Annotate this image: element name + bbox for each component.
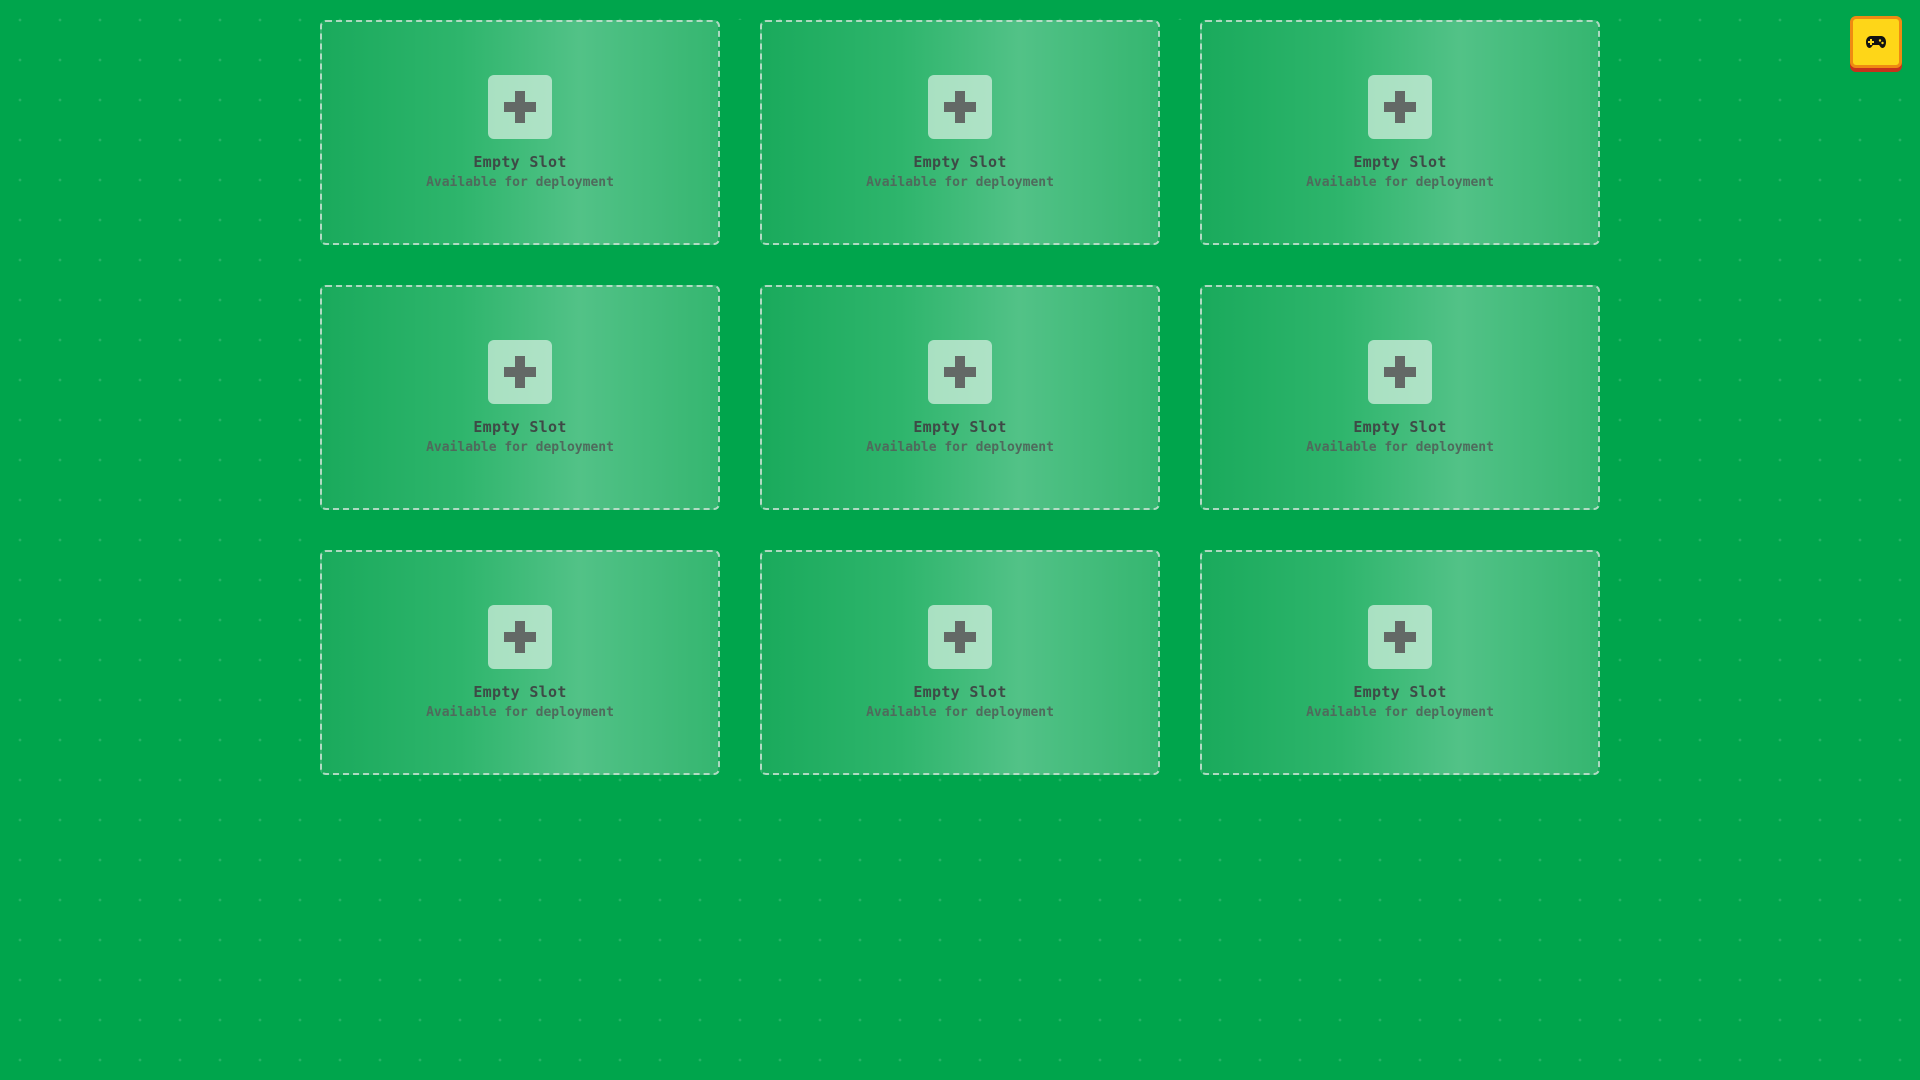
slot-subtitle: Available for deployment bbox=[426, 440, 614, 455]
plus-icon bbox=[1368, 75, 1432, 139]
slot-subtitle: Available for deployment bbox=[866, 440, 1054, 455]
slot-title: Empty Slot bbox=[1353, 418, 1447, 436]
plus-icon bbox=[1368, 605, 1432, 669]
plus-icon bbox=[488, 75, 552, 139]
empty-slot-card[interactable]: Empty Slot Available for deployment bbox=[1200, 550, 1600, 775]
slot-subtitle: Available for deployment bbox=[866, 705, 1054, 720]
plus-icon bbox=[1368, 340, 1432, 404]
empty-slot-card[interactable]: Empty Slot Available for deployment bbox=[320, 20, 720, 245]
empty-slot-card[interactable]: Empty Slot Available for deployment bbox=[760, 550, 1160, 775]
empty-slot-card[interactable]: Empty Slot Available for deployment bbox=[1200, 285, 1600, 510]
slot-grid-area: Empty Slot Available for deployment Empt… bbox=[320, 20, 1600, 775]
plus-icon bbox=[488, 605, 552, 669]
empty-slot-card[interactable]: Empty Slot Available for deployment bbox=[760, 285, 1160, 510]
slot-subtitle: Available for deployment bbox=[866, 175, 1054, 190]
slot-title: Empty Slot bbox=[473, 153, 567, 171]
plus-icon bbox=[488, 340, 552, 404]
slot-subtitle: Available for deployment bbox=[1306, 440, 1494, 455]
empty-slot-card[interactable]: Empty Slot Available for deployment bbox=[1200, 20, 1600, 245]
empty-slot-card[interactable]: Empty Slot Available for deployment bbox=[760, 20, 1160, 245]
slot-subtitle: Available for deployment bbox=[1306, 705, 1494, 720]
slot-title: Empty Slot bbox=[1353, 683, 1447, 701]
gamepad-icon bbox=[1866, 36, 1886, 48]
empty-slot-card[interactable]: Empty Slot Available for deployment bbox=[320, 550, 720, 775]
slot-subtitle: Available for deployment bbox=[1306, 175, 1494, 190]
plus-icon bbox=[928, 340, 992, 404]
slot-title: Empty Slot bbox=[473, 418, 567, 436]
plus-icon bbox=[928, 75, 992, 139]
slot-title: Empty Slot bbox=[1353, 153, 1447, 171]
slot-title: Empty Slot bbox=[473, 683, 567, 701]
plus-icon bbox=[928, 605, 992, 669]
slot-grid: Empty Slot Available for deployment Empt… bbox=[320, 20, 1600, 775]
slot-title: Empty Slot bbox=[913, 153, 1007, 171]
slot-subtitle: Available for deployment bbox=[426, 175, 614, 190]
slot-subtitle: Available for deployment bbox=[426, 705, 614, 720]
slot-title: Empty Slot bbox=[913, 683, 1007, 701]
slot-title: Empty Slot bbox=[913, 418, 1007, 436]
empty-slot-card[interactable]: Empty Slot Available for deployment bbox=[320, 285, 720, 510]
gamepad-mode-button[interactable] bbox=[1850, 16, 1902, 68]
